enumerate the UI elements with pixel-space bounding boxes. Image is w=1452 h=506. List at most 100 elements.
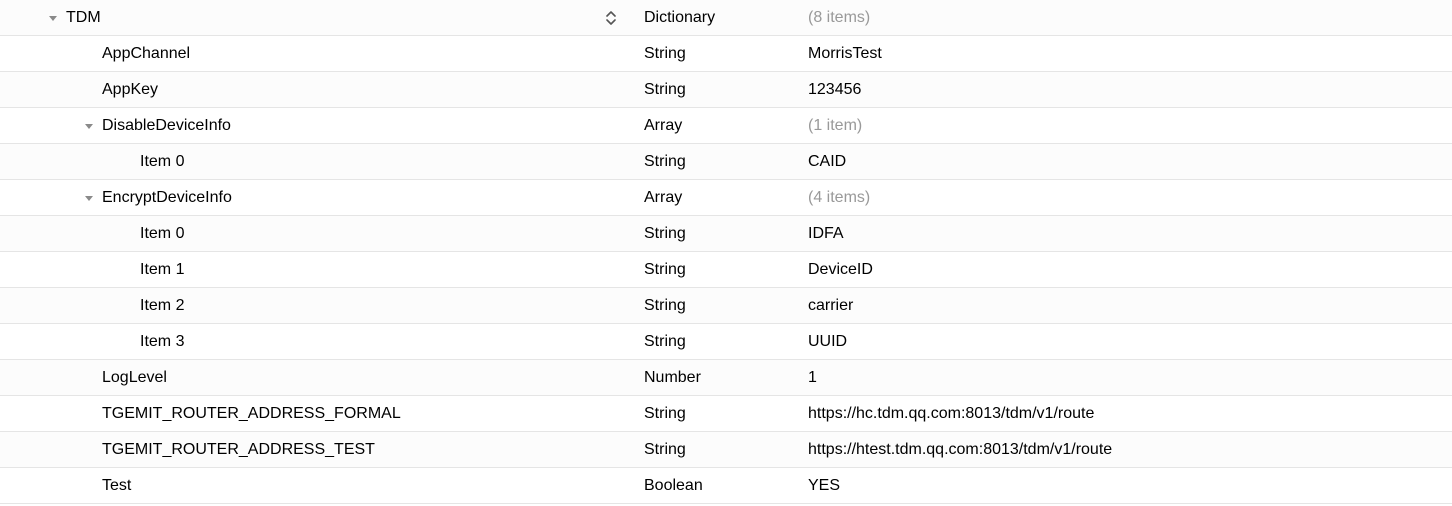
value-cell[interactable]: https://htest.tdm.qq.com:8013/tdm/v1/rou… <box>800 441 1452 459</box>
value-cell[interactable]: (4 items) <box>800 189 1452 207</box>
value-cell[interactable]: (8 items) <box>800 9 1452 27</box>
key-text: AppKey <box>102 81 158 99</box>
key-text: Item 1 <box>140 261 184 279</box>
value-text: YES <box>808 477 840 494</box>
type-cell[interactable]: String <box>636 405 800 423</box>
key-cell[interactable]: EncryptDeviceInfo <box>0 189 636 207</box>
plist-row[interactable]: TDM Dictionary (8 items) <box>0 0 1452 36</box>
plist-row[interactable]: TGEMIT_ROUTER_ADDRESS_FORMAL Stringhttps:… <box>0 396 1452 432</box>
value-text: 1 <box>808 369 817 386</box>
value-text: 123456 <box>808 81 861 98</box>
plist-row[interactable]: Test Boolean YES <box>0 468 1452 504</box>
key-text: DisableDeviceInfo <box>102 117 231 135</box>
key-text: Item 0 <box>140 225 184 243</box>
key-cell[interactable]: Item 0 <box>0 153 636 171</box>
value-text: MorrisTest <box>808 45 882 62</box>
plist-row[interactable]: AppKey String 123456 <box>0 72 1452 108</box>
plist-row[interactable]: Item 1 String DeviceID <box>0 252 1452 288</box>
type-cell[interactable]: Array <box>636 117 800 135</box>
indent-spacer <box>120 227 134 241</box>
value-cell[interactable]: IDFA <box>800 225 1452 243</box>
value-text: (8 items) <box>808 9 870 26</box>
type-text: String <box>644 441 686 458</box>
value-cell[interactable]: https://hc.tdm.qq.com:8013/tdm/v1/route <box>800 405 1452 423</box>
value-cell[interactable]: (1 item) <box>800 117 1452 135</box>
sort-arrows-icon[interactable] <box>606 11 616 25</box>
type-cell[interactable]: String <box>636 225 800 243</box>
key-cell[interactable]: TDM <box>0 9 636 27</box>
indent-spacer <box>82 371 96 385</box>
plist-row[interactable]: DisableDeviceInfo Array (1 item) <box>0 108 1452 144</box>
type-text: String <box>644 261 686 278</box>
key-cell[interactable]: Item 3 <box>0 333 636 351</box>
plist-row[interactable]: Item 3 String UUID <box>0 324 1452 360</box>
key-text: Test <box>102 477 131 495</box>
type-text: String <box>644 153 686 170</box>
value-text: carrier <box>808 297 853 314</box>
value-text: (1 item) <box>808 117 862 134</box>
plist-editor: TDM Dictionary (8 items) AppChannel String Mo… <box>0 0 1452 504</box>
plist-row[interactable]: Item 0 String CAID <box>0 144 1452 180</box>
key-cell[interactable]: AppChannel <box>0 45 636 63</box>
type-text: String <box>644 297 686 314</box>
value-text: https://htest.tdm.qq.com:8013/tdm/v1/rou… <box>808 441 1112 458</box>
type-cell[interactable]: String <box>636 297 800 315</box>
value-cell[interactable]: CAID <box>800 153 1452 171</box>
plist-row[interactable]: EncryptDeviceInfoArray(4 items) <box>0 180 1452 216</box>
value-text: CAID <box>808 153 846 170</box>
type-cell[interactable]: String <box>636 81 800 99</box>
disclosure-triangle-icon[interactable] <box>46 11 60 25</box>
value-text: IDFA <box>808 225 844 242</box>
value-cell[interactable]: DeviceID <box>800 261 1452 279</box>
key-cell[interactable]: DisableDeviceInfo <box>0 117 636 135</box>
disclosure-triangle-icon[interactable] <box>82 191 96 205</box>
value-cell[interactable]: carrier <box>800 297 1452 315</box>
key-cell[interactable]: Item 2 <box>0 297 636 315</box>
plist-row[interactable]: LogLevel Number 1 <box>0 360 1452 396</box>
type-text: String <box>644 225 686 242</box>
type-text: String <box>644 333 686 350</box>
indent-spacer <box>82 83 96 97</box>
key-cell[interactable]: Item 1 <box>0 261 636 279</box>
indent-spacer <box>120 263 134 277</box>
type-text: String <box>644 45 686 62</box>
indent-spacer <box>120 299 134 313</box>
type-cell[interactable]: String <box>636 45 800 63</box>
type-text: Number <box>644 369 701 386</box>
value-cell[interactable]: UUID <box>800 333 1452 351</box>
type-cell[interactable]: Array <box>636 189 800 207</box>
value-cell[interactable]: 123456 <box>800 81 1452 99</box>
type-text: Array <box>644 117 682 134</box>
type-text: String <box>644 81 686 98</box>
disclosure-triangle-icon[interactable] <box>82 119 96 133</box>
type-cell[interactable]: String <box>636 261 800 279</box>
value-cell[interactable]: MorrisTest <box>800 45 1452 63</box>
type-cell[interactable]: Number <box>636 369 800 387</box>
key-text: TDM <box>66 9 101 27</box>
key-cell[interactable]: Test <box>0 477 636 495</box>
type-text: Dictionary <box>644 9 715 26</box>
key-text: AppChannel <box>102 45 190 63</box>
type-cell[interactable]: Dictionary <box>636 9 800 27</box>
key-cell[interactable]: LogLevel <box>0 369 636 387</box>
value-cell[interactable]: YES <box>800 477 1452 495</box>
plist-row[interactable]: Item 2 String carrier <box>0 288 1452 324</box>
key-cell[interactable]: AppKey <box>0 81 636 99</box>
value-cell[interactable]: 1 <box>800 369 1452 387</box>
key-text: TGEMIT_ROUTER_ADDRESS_FORMAL <box>102 405 401 423</box>
value-text: DeviceID <box>808 261 873 278</box>
key-cell[interactable]: TGEMIT_ROUTER_ADDRESS_TEST <box>0 441 636 459</box>
key-text: Item 0 <box>140 153 184 171</box>
key-cell[interactable]: TGEMIT_ROUTER_ADDRESS_FORMAL <box>0 405 636 423</box>
plist-row[interactable]: TGEMIT_ROUTER_ADDRESS_TEST String https://… <box>0 432 1452 468</box>
plist-row[interactable]: Item 0 String IDFA <box>0 216 1452 252</box>
type-cell[interactable]: Boolean <box>636 477 800 495</box>
type-cell[interactable]: String <box>636 153 800 171</box>
indent-spacer <box>82 47 96 61</box>
type-cell[interactable]: String <box>636 441 800 459</box>
type-cell[interactable]: String <box>636 333 800 351</box>
plist-row[interactable]: AppChannel String MorrisTest <box>0 36 1452 72</box>
key-cell[interactable]: Item 0 <box>0 225 636 243</box>
indent-spacer <box>120 335 134 349</box>
key-text: Item 3 <box>140 333 184 351</box>
